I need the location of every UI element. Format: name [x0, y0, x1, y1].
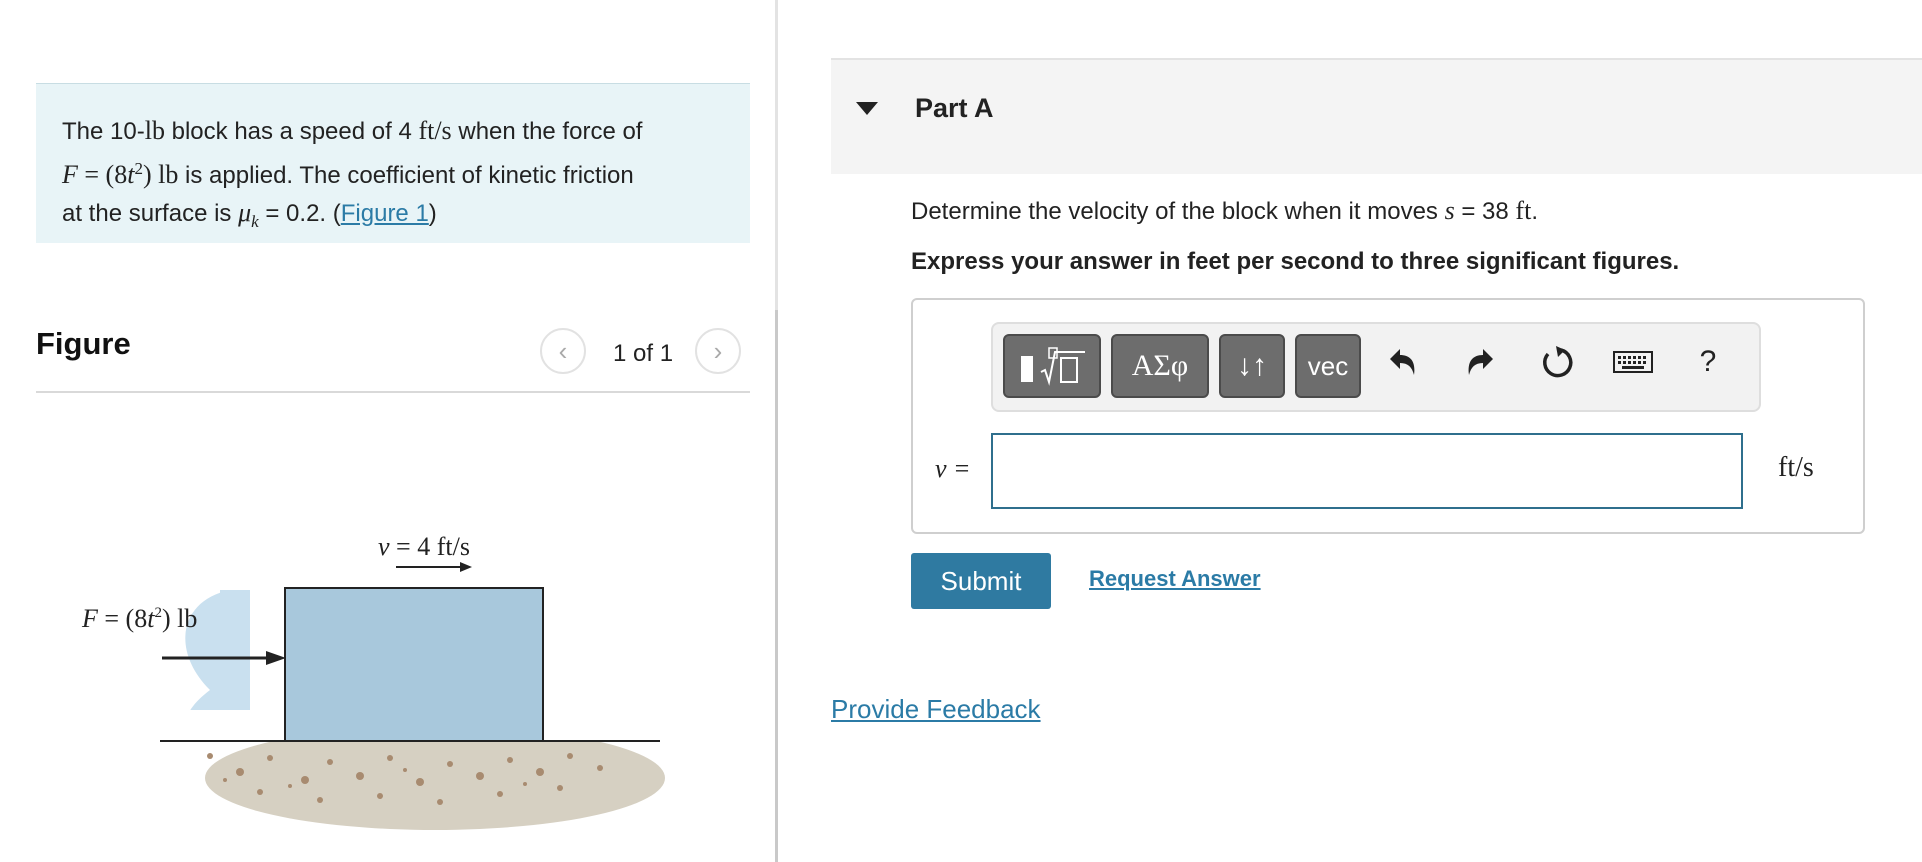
- redo-button[interactable]: [1460, 342, 1500, 382]
- left-pane: The 10-lb block has a speed of 4 ft/s wh…: [0, 0, 775, 862]
- submit-button[interactable]: Submit: [911, 553, 1051, 609]
- question-end: .: [1531, 198, 1538, 225]
- unit-ft-per-s: ft/s: [418, 116, 452, 145]
- figure-heading: Figure: [36, 326, 131, 361]
- force-arrowhead: [266, 651, 286, 665]
- caret-down-icon[interactable]: [856, 102, 878, 115]
- answer-panel: ΑΣφ ↓↑ vec ? v = ft/s: [911, 298, 1865, 534]
- provide-feedback-link[interactable]: Provide Feedback: [831, 694, 1041, 725]
- answer-instruction: Express your answer in feet per second t…: [911, 248, 1680, 275]
- arrows-button[interactable]: ↓↑: [1219, 334, 1285, 398]
- velocity-label: v = 4 ft/s: [378, 532, 470, 561]
- problem-text: The 10-: [62, 118, 145, 145]
- problem-statement: The 10-lb block has a speed of 4 ft/s wh…: [36, 83, 750, 243]
- exponent: 2: [134, 159, 143, 178]
- block: [284, 587, 544, 742]
- unit-lb: lb: [144, 116, 165, 145]
- answer-label-text: v =: [935, 454, 971, 483]
- templates-icon: [1021, 347, 1085, 386]
- reset-button[interactable]: [1537, 342, 1577, 382]
- problem-text: ): [428, 200, 437, 227]
- answer-variable-label: v =: [935, 454, 971, 484]
- question-text: Determine the velocity of the block when…: [911, 196, 1538, 226]
- problem-line-3: at the surface is μk = 0.2. (Figure 1): [62, 194, 724, 240]
- distance-variable: s: [1444, 196, 1455, 225]
- problem-text: is applied. The coefficient of kinetic f…: [178, 162, 634, 189]
- previous-figure-button[interactable]: ‹: [540, 328, 586, 374]
- problem-line-2: F = (8t2) lb is applied. The coefficient…: [62, 150, 724, 194]
- problem-text: = 0.2. (: [258, 200, 341, 227]
- force-equation: = (8: [77, 160, 128, 189]
- part-a-header[interactable]: Part A: [831, 58, 1922, 174]
- answer-units: ft/s: [1778, 452, 1814, 483]
- problem-line-1: The 10-lb block has a speed of 4 ft/s wh…: [62, 112, 724, 150]
- unit-lb: lb: [158, 160, 179, 189]
- force-label: F = (8t2) lb: [81, 604, 197, 633]
- reset-icon: [1543, 346, 1573, 378]
- problem-text: block has a speed of 4: [164, 118, 419, 145]
- request-answer-link[interactable]: Request Answer: [1089, 566, 1261, 592]
- next-figure-button[interactable]: ›: [695, 328, 741, 374]
- question-equation: = 38: [1454, 198, 1516, 225]
- math-toolbar: ΑΣφ ↓↑ vec ?: [991, 322, 1761, 412]
- undo-icon: [1390, 349, 1415, 375]
- velocity-arrowhead: [460, 562, 472, 572]
- answer-input[interactable]: [991, 433, 1743, 509]
- figure-counter: 1 of 1: [613, 340, 674, 367]
- chevron-right-icon: ›: [713, 335, 723, 366]
- right-pane: Part A Determine the velocity of the blo…: [778, 0, 1922, 862]
- part-title: Part A: [915, 93, 994, 123]
- figure-link[interactable]: Figure 1: [341, 200, 429, 227]
- mu-symbol: μ: [238, 198, 252, 227]
- redo-icon: [1468, 349, 1493, 375]
- keyboard-button[interactable]: [1613, 342, 1653, 382]
- question-body: Determine the velocity of the block when…: [911, 198, 1445, 225]
- help-button[interactable]: ?: [1688, 342, 1728, 382]
- divider: [36, 391, 750, 393]
- figure-pager: ‹ 1 of 1 ›: [540, 328, 750, 376]
- force-variable: F: [62, 160, 78, 189]
- mu-subscript: k: [251, 211, 259, 231]
- force-equation-close: ): [142, 160, 159, 189]
- chevron-left-icon: ‹: [558, 335, 568, 366]
- unit-ft: ft: [1515, 196, 1532, 225]
- keyboard-icon: [1613, 351, 1653, 373]
- problem-text: at the surface is: [62, 200, 239, 227]
- greek-symbols-button[interactable]: ΑΣφ: [1111, 334, 1209, 398]
- problem-text: when the force of: [451, 118, 643, 145]
- undo-button[interactable]: [1383, 342, 1423, 382]
- templates-button[interactable]: [1003, 334, 1101, 398]
- figure-image: v = 4 ft/s F = (8t2) lb: [81, 532, 710, 830]
- vector-button[interactable]: vec: [1295, 334, 1361, 398]
